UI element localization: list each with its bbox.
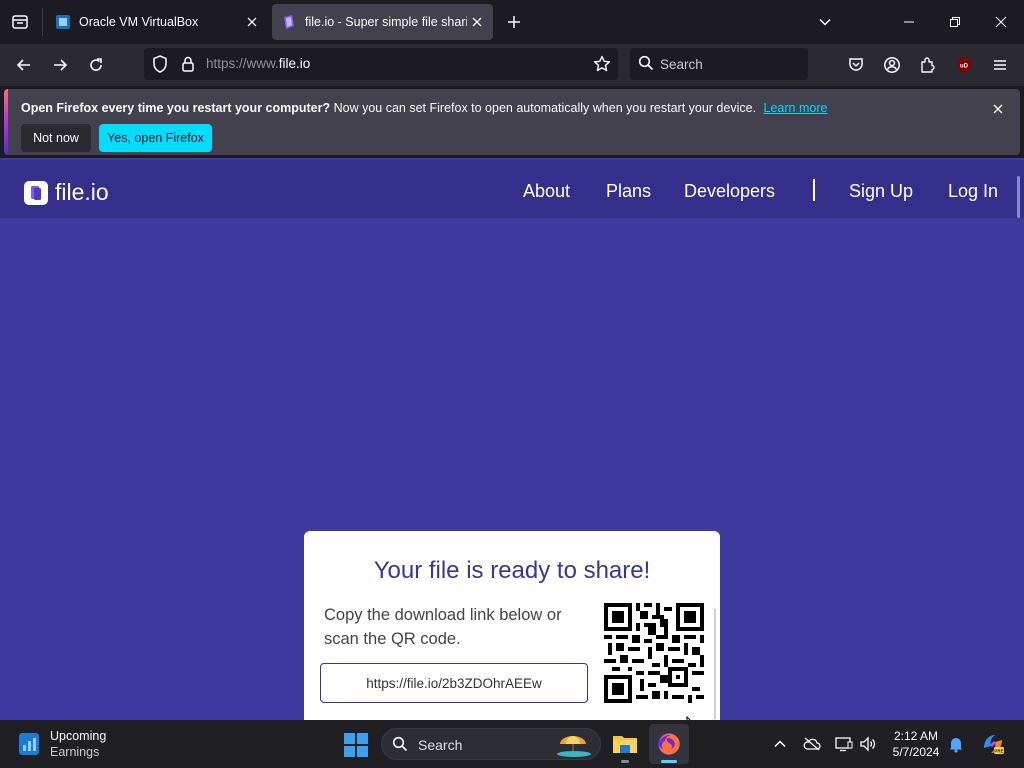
earnings-chart-icon xyxy=(19,733,39,755)
forward-arrow-icon[interactable] xyxy=(48,53,72,77)
search-input[interactable] xyxy=(660,54,800,74)
fileio-logo-icon xyxy=(24,180,48,205)
taskbar-search[interactable]: Search xyxy=(381,728,601,760)
tab-title: file.io - Super simple file sharing xyxy=(305,15,467,29)
site-logo[interactable]: file.io xyxy=(24,179,109,206)
lock-icon[interactable] xyxy=(178,54,198,79)
restore-button[interactable] xyxy=(932,0,978,44)
card-title: Your file is ready to share! xyxy=(373,557,651,584)
taskbar: Upcoming Earnings Search 2:12 AM 5/7/202… xyxy=(0,720,1024,768)
close-icon[interactable] xyxy=(990,101,1006,117)
clock-time: 2:12 AM xyxy=(893,729,939,743)
qr-code xyxy=(604,603,704,703)
notification-bell-icon[interactable] xyxy=(946,734,966,754)
search-icon xyxy=(638,55,654,76)
shield-icon[interactable] xyxy=(150,54,170,79)
url-text[interactable]: https://www.file.io xyxy=(206,56,310,71)
firefox-icon xyxy=(658,733,680,755)
beach-umbrella-icon xyxy=(557,736,591,757)
widgets-button[interactable]: Upcoming Earnings xyxy=(18,728,106,760)
nav-divider xyxy=(813,179,815,201)
search-bar[interactable] xyxy=(630,48,808,80)
chevron-down-icon[interactable] xyxy=(814,11,836,33)
pocket-icon[interactable] xyxy=(844,53,868,77)
widget-title: Upcoming xyxy=(50,729,107,743)
nav-log-in[interactable]: Log In xyxy=(948,181,998,202)
virtualbox-icon xyxy=(56,15,70,29)
nav-plans[interactable]: Plans xyxy=(606,181,651,202)
extensions-icon[interactable] xyxy=(916,53,940,77)
volume-icon[interactable] xyxy=(858,734,878,754)
card-description: Copy the download link below or scan the… xyxy=(324,606,562,648)
notification-bar: Open Firefox every time you restart your… xyxy=(4,89,1020,155)
logo-text: file.io xyxy=(55,179,109,205)
taskbar-file-explorer[interactable] xyxy=(605,724,645,764)
page-scrollbar[interactable] xyxy=(1017,176,1020,218)
svg-text:PRE: PRE xyxy=(994,749,1003,754)
back-arrow-icon[interactable] xyxy=(12,53,36,77)
tab-title: Oracle VM VirtualBox xyxy=(79,15,199,29)
reload-icon[interactable] xyxy=(84,53,108,77)
clock[interactable]: 2:12 AM 5/7/2024 xyxy=(888,728,944,760)
close-icon[interactable] xyxy=(242,12,262,32)
firefox-view-icon[interactable] xyxy=(8,10,32,34)
chevron-up-icon[interactable] xyxy=(770,734,790,754)
navigation-toolbar: https://www.file.io uD xyxy=(0,44,1024,86)
clock-date: 5/7/2024 xyxy=(892,745,940,759)
tab-virtualbox[interactable]: Oracle VM VirtualBox xyxy=(46,4,268,40)
fileio-icon xyxy=(284,15,294,29)
search-icon xyxy=(392,736,408,757)
folder-icon xyxy=(613,736,637,753)
taskbar-search-label: Search xyxy=(418,737,463,753)
url-scheme: https://www. xyxy=(206,56,279,71)
notification-text: Now you can set Firefox to open automati… xyxy=(333,101,757,115)
download-link-field[interactable]: https://file.io/2b3ZDOhrAEEw xyxy=(320,663,588,703)
tab-fileio[interactable]: file.io - Super simple file sharing xyxy=(272,4,493,40)
bookmark-star-icon[interactable] xyxy=(592,54,612,79)
browser-tab-bar: Oracle VM VirtualBox file.io - Super sim… xyxy=(0,0,1024,44)
tab-separator xyxy=(42,8,43,36)
account-icon[interactable] xyxy=(880,53,904,77)
copilot-icon[interactable]: PRE xyxy=(980,731,1006,757)
windows-start-icon[interactable] xyxy=(343,732,369,758)
notification-message: Open Firefox every time you restart your… xyxy=(21,101,827,115)
card-scrollbar[interactable] xyxy=(714,609,716,719)
taskbar-firefox[interactable] xyxy=(649,724,689,764)
minimize-button[interactable] xyxy=(886,0,932,44)
ublock-icon[interactable]: uD xyxy=(952,53,976,77)
running-indicator xyxy=(661,760,677,763)
not-now-button[interactable]: Not now xyxy=(21,124,91,152)
menu-icon[interactable] xyxy=(988,53,1012,77)
nav-about[interactable]: About xyxy=(523,181,570,202)
notification-bold-text: Open Firefox every time you restart your… xyxy=(21,101,331,115)
onedrive-offline-icon[interactable] xyxy=(802,734,822,754)
site-header: file.io About Plans Developers Sign Up L… xyxy=(0,160,1024,218)
running-indicator xyxy=(621,760,629,763)
notification-accent xyxy=(4,89,8,155)
nav-developers[interactable]: Developers xyxy=(684,181,775,202)
nav-sign-up[interactable]: Sign Up xyxy=(849,181,913,202)
new-tab-icon[interactable] xyxy=(503,11,525,33)
share-card: Your file is ready to share! Copy the do… xyxy=(304,531,720,720)
address-bar[interactable]: https://www.file.io xyxy=(144,48,618,80)
widget-subtitle: Earnings xyxy=(50,745,100,759)
network-icon[interactable] xyxy=(834,734,854,754)
svg-text:uD: uD xyxy=(960,64,969,70)
yes-open-firefox-button[interactable]: Yes, open Firefox xyxy=(99,124,212,152)
url-host: file.io xyxy=(278,56,311,71)
web-page: file.io About Plans Developers Sign Up L… xyxy=(0,158,1024,720)
close-window-button[interactable] xyxy=(978,0,1024,44)
learn-more-link[interactable]: Learn more xyxy=(764,101,828,115)
close-icon[interactable] xyxy=(467,12,487,32)
